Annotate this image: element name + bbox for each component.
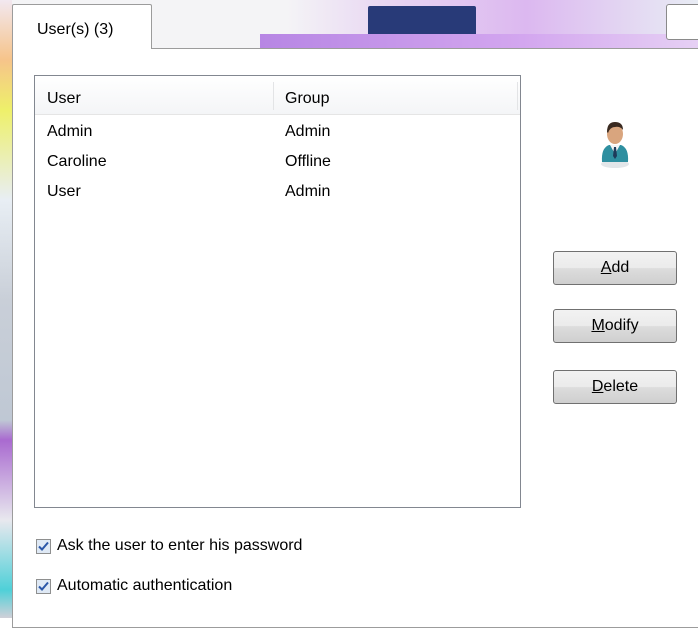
auto-auth-label: Automatic authentication [57, 577, 233, 594]
ask-password-option[interactable]: Ask the user to enter his password [36, 537, 376, 559]
users-listview[interactable]: User Group Admin Admin Caroline Offline … [34, 75, 521, 508]
cell-group: Offline [285, 153, 331, 170]
column-header-user[interactable]: User [47, 90, 81, 108]
background-app-strip [0, 0, 12, 618]
tab-users[interactable]: User(s) (3) [12, 4, 152, 49]
modify-label: odify [604, 317, 639, 334]
auto-auth-option[interactable]: Automatic authentication [36, 577, 296, 599]
add-mnemonic: A [600, 259, 612, 276]
cell-group: Admin [285, 123, 331, 140]
delete-user-button[interactable]: Delete [553, 370, 677, 404]
add-label: dd [611, 259, 630, 276]
checkmark-icon [38, 581, 49, 591]
column-separator[interactable] [273, 82, 274, 110]
auto-auth-checkbox[interactable] [36, 579, 51, 594]
delete-mnemonic: D [591, 378, 604, 395]
cell-user: Admin [47, 123, 93, 140]
background-window-titlebar [260, 34, 698, 48]
user-avatar-icon [601, 122, 629, 168]
ask-password-checkbox[interactable] [36, 539, 51, 554]
ask-password-label: Ask the user to enter his password [57, 537, 303, 554]
table-row[interactable]: User Admin [35, 183, 520, 213]
listview-header: User Group [35, 76, 520, 115]
cell-group: Admin [285, 183, 331, 200]
cell-user: Caroline [47, 153, 107, 170]
delete-label: elete [603, 378, 639, 395]
tab-users-label: User(s) (3) [37, 21, 114, 38]
tab-join [13, 48, 151, 50]
column-separator[interactable] [517, 82, 518, 110]
background-window-control [666, 4, 698, 40]
column-header-group[interactable]: Group [285, 90, 329, 108]
cell-user: User [47, 183, 81, 200]
table-row[interactable]: Caroline Offline [35, 153, 520, 183]
modify-mnemonic: M [591, 317, 605, 334]
modify-user-button[interactable]: Modify [553, 309, 677, 343]
add-user-button[interactable]: Add [553, 251, 677, 285]
checkmark-icon [38, 541, 49, 551]
table-row[interactable]: Admin Admin [35, 123, 520, 153]
